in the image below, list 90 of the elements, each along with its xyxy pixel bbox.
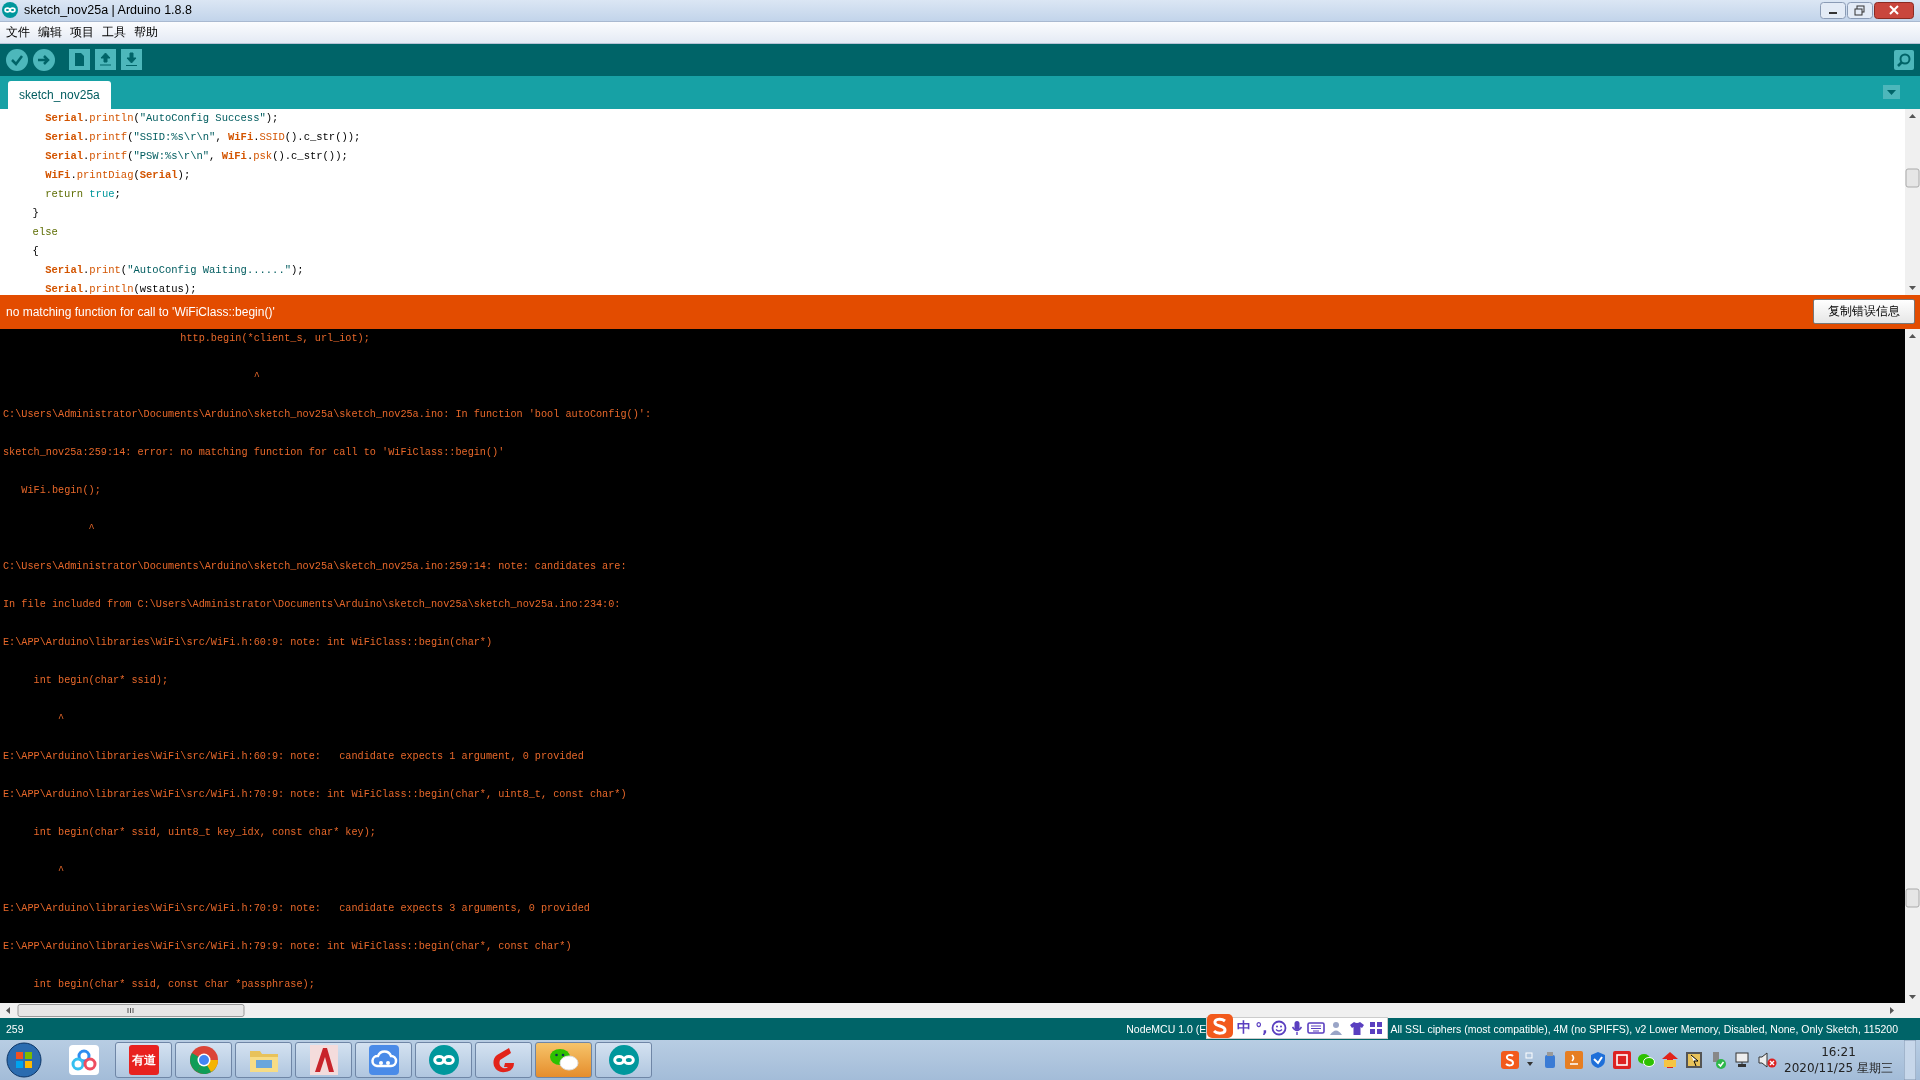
scrollbar[interactable] [1905, 108, 1920, 295]
smiley-icon[interactable] [1271, 1020, 1288, 1036]
scrollbar[interactable] [1905, 328, 1920, 1004]
console-line: E:\APP\Arduino\libraries\WiFi\src/WiFi.h:70:9: note: candidate expects 3 arguments, 0 provided [3, 901, 590, 916]
console-line: C:\Users\Administrator\Documents\Arduino\sketch_nov25a\sketch_nov25a.ino:259:14: note: candidates are: [3, 559, 627, 574]
console-line: In file included from C:\Users\Administrator\Documents\Arduino\sketch_nov25a\sketch_nov25a.ino:234:0: [3, 597, 621, 612]
restore-button[interactable] [1847, 2, 1873, 19]
square-app-icon[interactable] [1613, 1051, 1631, 1069]
code-line: Serial.println(wstatus); [44, 281, 197, 295]
code-line: Serial.println("AutoConfig Success"); [44, 110, 279, 126]
microphone-icon[interactable] [1291, 1020, 1304, 1036]
punctuation-toggle[interactable]: °, [1255, 1020, 1268, 1036]
code-line: } [31, 205, 39, 221]
cloud-app-icon [68, 1045, 99, 1075]
upload-button[interactable] [33, 48, 55, 71]
grid-icon[interactable] [1369, 1021, 1384, 1035]
close-button[interactable] [1874, 2, 1914, 19]
java-icon[interactable] [1565, 1051, 1583, 1069]
new-sketch-button[interactable] [69, 49, 90, 71]
console-line: C:\Users\Administrator\Documents\Arduino\sketch_nov25a\sketch_nov25a.ino: In function 'bool autoConfig()': [3, 407, 652, 422]
shirt-icon[interactable] [1349, 1020, 1366, 1036]
clock-date[interactable]: 2020/11/25 星期三 [1784, 1060, 1893, 1076]
mail-icon[interactable] [1661, 1051, 1679, 1069]
taskbar-button[interactable]: 有道 [115, 1042, 172, 1078]
dictionary-app-icon: 有道 [128, 1045, 159, 1075]
taskbar-button[interactable] [355, 1042, 412, 1078]
menu-item[interactable]: 文件 [2, 23, 34, 41]
console-line: E:\APP\Arduino\libraries\WiFi\src/WiFi.h:79:9: note: int WiFiClass::begin(char*, const char*) [3, 939, 572, 954]
console-line: ^ [57, 711, 65, 726]
window-title: sketch_nov25a | Arduino 1.8.8 [24, 3, 192, 18]
taskbar-button[interactable] [535, 1042, 592, 1078]
board-info: All SSL ciphers (most compatible), 4M (no SPIFFS), v2 Lower Memory, Disabled, None, Only Sketch, 115200 [1390, 1023, 1898, 1035]
sogou-tray-icon[interactable] [1501, 1051, 1519, 1069]
serial-monitor-button[interactable] [1894, 49, 1914, 70]
code-line: { [31, 243, 39, 259]
taskbar-button[interactable] [475, 1042, 532, 1078]
keyboard-icon[interactable] [1307, 1021, 1326, 1035]
code-line: Serial.print("AutoConfig Waiting......"); [44, 262, 304, 278]
console-line: http.begin(*client_s, url_iot); [179, 331, 370, 346]
console-line: E:\APP\Arduino\libraries\WiFi\src/WiFi.h:60:9: note: int WiFiClass::begin(char*) [3, 635, 493, 650]
console-line: int begin(char* ssid, uint8_t key_idx, const char* key); [32, 825, 376, 840]
code-line: WiFi.printDiag(Serial); [44, 167, 191, 183]
line-number: 259 [6, 1023, 24, 1035]
muted-speaker-icon[interactable] [1757, 1051, 1777, 1069]
chat-tray-icon[interactable] [1637, 1051, 1655, 1069]
arduino-app-icon [428, 1045, 459, 1075]
menu-item[interactable]: 项目 [66, 23, 98, 41]
chat-icon [547, 1046, 580, 1074]
code-line: return true; [44, 186, 121, 202]
console-line: E:\APP\Arduino\libraries\WiFi\src/WiFi.h:70:9: note: int WiFiClass::begin(char*, uint8_t, const char*) [3, 787, 627, 802]
menu-item[interactable]: 编辑 [34, 23, 66, 41]
console-line: ^ [252, 369, 260, 384]
shield-icon[interactable] [1589, 1051, 1607, 1069]
clock-time[interactable]: 16:21 [1821, 1044, 1856, 1060]
console-line: ^ [87, 521, 95, 536]
sogou-logo-icon[interactable] [1207, 1014, 1234, 1038]
console-line: int begin(char* ssid, const char *passphrase); [32, 977, 315, 992]
code-line: else [31, 224, 58, 240]
input-mode-toggle[interactable]: 中 [1237, 1019, 1252, 1037]
console-line: WiFi.begin(); [20, 483, 101, 498]
letter-a-app-icon [309, 1045, 338, 1075]
console-line: E:\APP\Arduino\libraries\WiFi\src/WiFi.h:60:9: note: candidate expects 1 argument, 0 provided [3, 749, 584, 764]
taskbar-button[interactable] [295, 1042, 352, 1078]
cloud-sync-icon [368, 1045, 399, 1075]
menu-item[interactable]: 帮助 [130, 23, 162, 41]
console-line: ^ [57, 863, 65, 878]
taskbar-button[interactable] [415, 1042, 472, 1078]
verify-button[interactable] [6, 48, 28, 71]
taskbar-button[interactable] [235, 1042, 292, 1078]
network-app-icon[interactable] [1685, 1051, 1703, 1069]
console-line: int begin(char* ssid); [32, 673, 169, 688]
tab-menu-button[interactable] [1883, 84, 1900, 99]
minimize-button[interactable] [1820, 2, 1846, 19]
copy-error-button[interactable]: 复制错误信息 [1813, 299, 1915, 325]
taskbar-button[interactable] [595, 1042, 652, 1078]
start-button[interactable] [4, 1041, 44, 1079]
console-line: sketch_nov25a:259:14: error: no matching function for call to 'WiFiClass::begin()' [3, 445, 505, 460]
code-line: Serial.printf("PSW:%s\r\n", WiFi.psk().c_str()); [44, 148, 348, 164]
browser-icon [188, 1045, 219, 1075]
taskbar-button[interactable] [175, 1042, 232, 1078]
error-message: no matching function for call to 'WiFiClass::begin()' [6, 304, 276, 319]
open-button[interactable] [95, 49, 116, 71]
sketch-tab[interactable]: sketch_nov25a [8, 80, 111, 109]
board-info: NodeMCU 1.0 (E [1126, 1023, 1207, 1035]
save-button[interactable] [121, 49, 142, 71]
network-icon[interactable] [1733, 1051, 1751, 1069]
menu-item[interactable]: 工具 [98, 23, 130, 41]
code-line: Serial.printf("SSID:%s\r\n", WiFi.SSID().c_str()); [44, 129, 361, 145]
arduino-logo-icon [2, 2, 18, 19]
arduino-app-icon [608, 1045, 639, 1075]
